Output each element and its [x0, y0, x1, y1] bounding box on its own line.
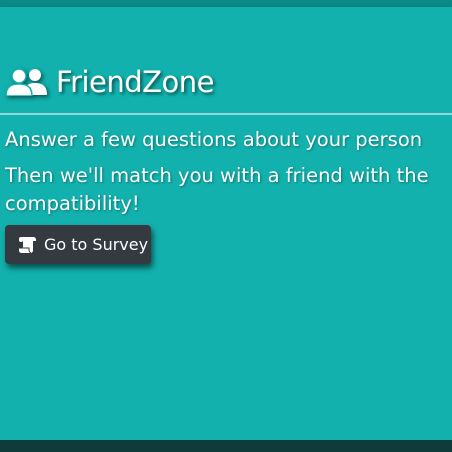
bottom-border — [0, 440, 452, 452]
users-icon — [5, 68, 49, 97]
brand-title: FriendZone — [56, 65, 215, 99]
intro-line-2: Then we'll match you with a friend with … — [5, 164, 429, 187]
scroll-icon — [18, 236, 38, 254]
divider — [0, 113, 452, 115]
intro-line-3: compatibility! — [5, 192, 140, 215]
top-border — [0, 0, 452, 7]
go-to-survey-label: Go to Survey — [44, 235, 149, 254]
intro-line-1: Answer a few questions about your person — [5, 128, 423, 151]
page: FriendZone Answer a few questions about … — [0, 0, 452, 452]
go-to-survey-button[interactable]: Go to Survey — [5, 225, 151, 264]
brand-header: FriendZone — [5, 62, 215, 102]
